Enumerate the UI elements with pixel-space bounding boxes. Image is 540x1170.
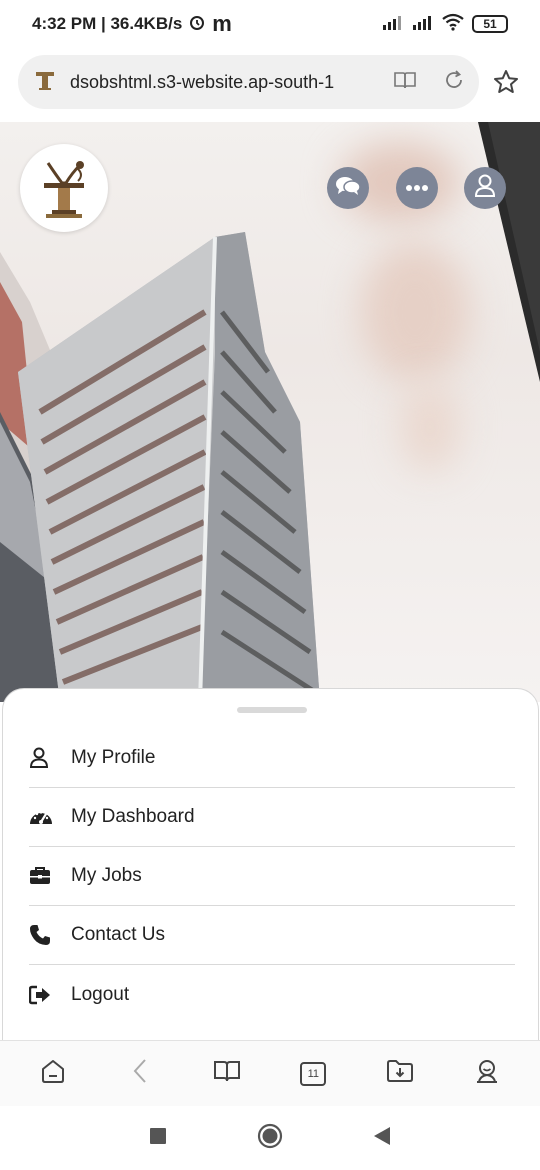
chat-button[interactable] (327, 167, 369, 209)
back-triangle-icon[interactable] (373, 1126, 391, 1151)
download-folder-icon (386, 1059, 414, 1088)
chat-icon (335, 175, 361, 202)
user-outline-icon (29, 747, 71, 769)
signal-icon-2 (412, 14, 434, 35)
status-bar: 4:32 PM | 36.4KB/s m 51 (0, 0, 540, 48)
menu-item-my-profile[interactable]: My Profile (29, 729, 515, 788)
home-circle-icon[interactable] (257, 1123, 283, 1154)
battery-indicator: 51 (472, 15, 508, 33)
menu-item-my-dashboard[interactable]: My Dashboard (29, 788, 515, 847)
more-icon (405, 179, 429, 197)
reader-mode-icon[interactable] (393, 70, 417, 95)
menu-list: My Profile My Dashboard My Jobs Contact … (29, 729, 515, 1024)
chevron-left-icon (132, 1058, 148, 1089)
menu-item-contact-us[interactable]: Contact Us (29, 906, 515, 965)
alarm-icon (188, 13, 206, 36)
reload-icon[interactable] (443, 69, 465, 96)
bookmarks-button[interactable] (202, 1049, 252, 1099)
system-nav-bar (0, 1106, 540, 1170)
app-notification-icon: m (212, 11, 232, 36)
recents-icon[interactable] (149, 1127, 167, 1150)
profile-icon (474, 1058, 500, 1089)
briefcase-icon (29, 866, 71, 886)
account-button[interactable] (462, 1049, 512, 1099)
user-icon (474, 174, 496, 203)
browser-toolbar: 11 (0, 1040, 540, 1106)
menu-item-label: Contact Us (71, 924, 165, 945)
menu-item-my-jobs[interactable]: My Jobs (29, 847, 515, 906)
book-icon (213, 1059, 241, 1088)
back-button[interactable] (115, 1049, 165, 1099)
signal-icon (382, 14, 404, 35)
user-button[interactable] (464, 167, 506, 209)
menu-item-label: My Profile (71, 747, 156, 768)
logout-icon (29, 985, 71, 1005)
menu-item-label: Logout (71, 983, 130, 1005)
brand-logo-icon[interactable] (20, 144, 108, 232)
home-icon (40, 1058, 66, 1089)
wifi-icon (442, 13, 464, 36)
home-button[interactable] (28, 1049, 78, 1099)
tabs-count: 11 (300, 1061, 327, 1086)
menu-item-label: My Dashboard (71, 806, 195, 827)
more-button[interactable] (396, 167, 438, 209)
url-text[interactable]: dsobshtml.s3-website.ap-south-1 (70, 72, 370, 93)
address-bar[interactable]: dsobshtml.s3-website.ap-south-1 (18, 55, 479, 109)
menu-item-logout[interactable]: Logout (29, 965, 515, 1024)
phone-icon (29, 924, 71, 946)
browser-address-row: dsobshtml.s3-website.ap-south-1 (0, 54, 540, 110)
hero-image (0, 122, 540, 702)
star-icon[interactable] (492, 68, 520, 101)
menu-sheet: My Profile My Dashboard My Jobs Contact … (2, 688, 539, 1040)
sheet-drag-handle[interactable] (237, 707, 307, 713)
status-time: 4:32 PM | 36.4KB/s (32, 14, 183, 33)
site-logo-icon (32, 67, 58, 98)
dashboard-icon (29, 807, 71, 827)
menu-item-label: My Jobs (71, 865, 142, 886)
tabs-button[interactable]: 11 (288, 1049, 338, 1099)
downloads-button[interactable] (375, 1049, 425, 1099)
